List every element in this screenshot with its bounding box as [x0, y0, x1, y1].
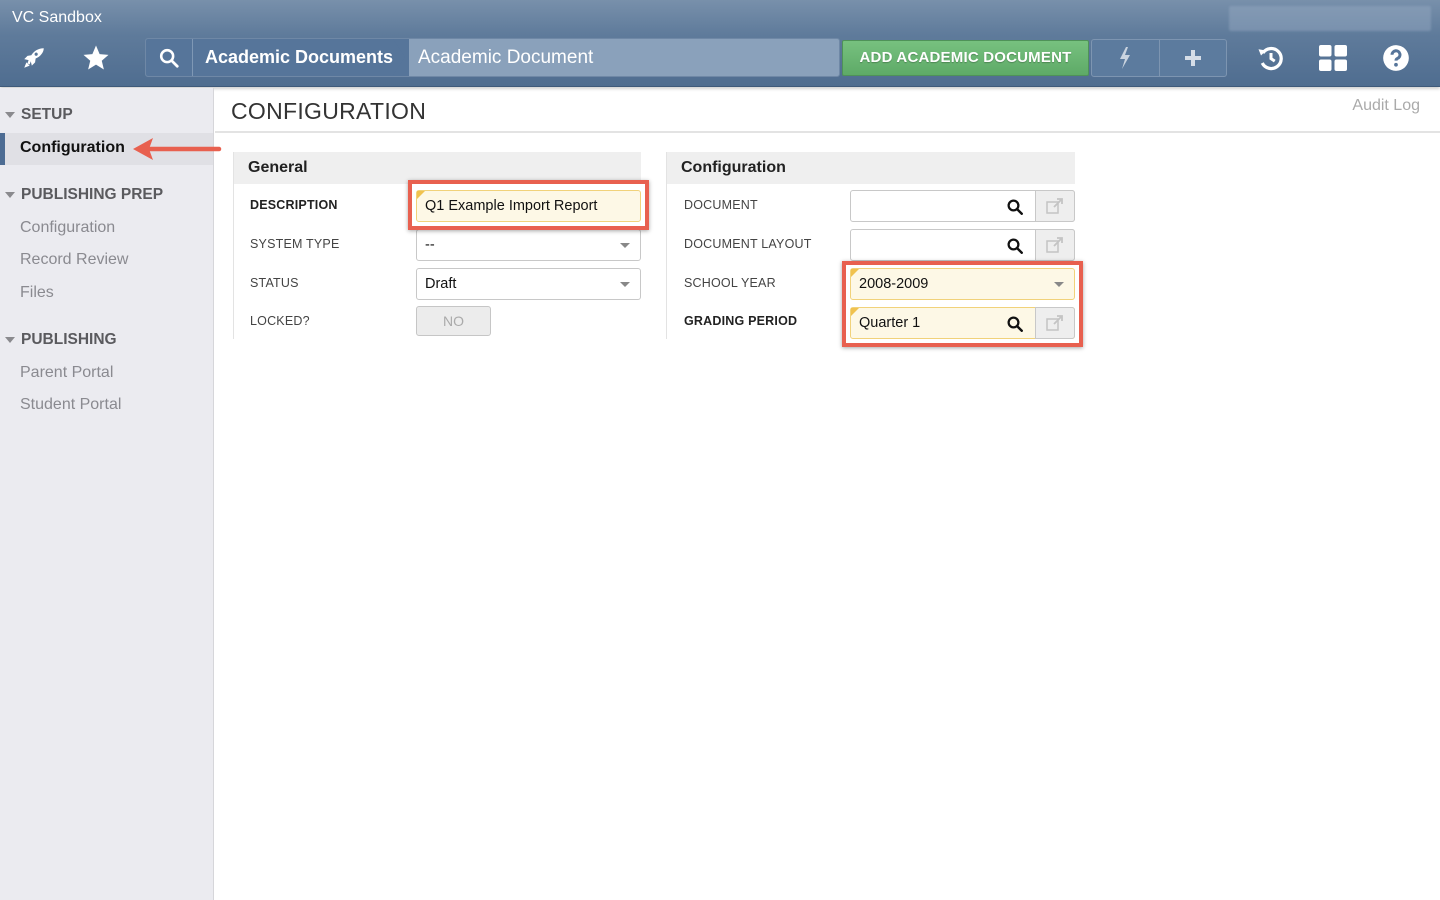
quick-actions [1091, 39, 1227, 77]
open-external-icon[interactable] [1035, 307, 1075, 339]
sidebar-item-parent-portal[interactable]: Parent Portal [20, 364, 113, 382]
grading-period-lookup[interactable]: Quarter 1 [850, 307, 1075, 339]
status-select[interactable]: Draft [416, 268, 641, 300]
document-layout-label: DOCUMENT LAYOUT [684, 237, 812, 251]
collapse-triangle-icon [5, 337, 15, 343]
sidebar: SETUP Configuration PUBLISHING PREP Conf… [0, 88, 214, 900]
title-divider [215, 131, 1440, 133]
chevron-down-icon [1054, 282, 1064, 287]
section-label: PUBLISHING PREP [21, 186, 164, 203]
general-panel-heading: General [234, 152, 641, 184]
system-type-select[interactable]: -- [416, 229, 641, 261]
breadcrumb-academic-documents[interactable]: Academic Documents [193, 39, 409, 76]
search-icon[interactable] [1006, 198, 1024, 216]
rocket-icon[interactable] [14, 40, 54, 76]
search-icon[interactable] [1006, 315, 1024, 333]
school-year-label: SCHOOL YEAR [684, 276, 776, 290]
open-external-icon[interactable] [1035, 190, 1075, 222]
lightning-icon[interactable] [1092, 40, 1159, 76]
search-icon[interactable] [1006, 237, 1024, 255]
add-academic-document-button[interactable]: ADD ACADEMIC DOCUMENT [842, 40, 1089, 76]
school-year-select[interactable]: 2008-2009 [850, 268, 1075, 300]
breadcrumb-separator [393, 39, 405, 75]
sidebar-item-record-review[interactable]: Record Review [20, 251, 128, 269]
school-year-value: 2008-2009 [859, 276, 929, 292]
user-menu-blurred[interactable] [1229, 6, 1431, 31]
section-label: PUBLISHING [21, 331, 117, 348]
system-type-label: SYSTEM TYPE [250, 237, 340, 251]
grading-period-value: Quarter 1 [859, 315, 921, 331]
collapse-triangle-icon [5, 192, 15, 198]
star-icon[interactable] [76, 40, 116, 76]
breadcrumb: Academic Documents Academic Document [145, 38, 840, 77]
annotation-arrow [133, 138, 222, 160]
apps-grid-icon[interactable] [1313, 40, 1353, 76]
sidebar-section-publishing[interactable]: PUBLISHING [0, 328, 117, 352]
chevron-down-icon [620, 243, 630, 248]
system-type-value: -- [425, 237, 435, 253]
status-label: STATUS [250, 276, 299, 290]
description-input[interactable]: Q1 Example Import Report [416, 190, 641, 222]
plus-icon[interactable] [1158, 40, 1227, 76]
collapse-triangle-icon [5, 112, 15, 118]
document-lookup[interactable] [850, 190, 1075, 222]
sidebar-section-setup[interactable]: SETUP [0, 103, 73, 127]
audit-log-link[interactable]: Audit Log [1352, 97, 1420, 115]
history-icon[interactable] [1251, 40, 1291, 76]
open-external-icon[interactable] [1035, 229, 1075, 261]
top-bar: VC Sandbox Academic Documents Academic D… [0, 0, 1440, 87]
locked-toggle[interactable]: NO [416, 306, 491, 336]
status-value: Draft [425, 276, 457, 292]
page-title: CONFIGURATION [231, 98, 427, 124]
help-icon[interactable] [1376, 40, 1416, 76]
sidebar-item-prep-configuration[interactable]: Configuration [20, 219, 115, 237]
sidebar-item-files[interactable]: Files [20, 284, 54, 302]
sidebar-item-label: Configuration [20, 139, 125, 156]
document-label: DOCUMENT [684, 198, 758, 212]
configuration-panel-heading: Configuration [667, 152, 1075, 184]
locked-label: LOCKED? [250, 314, 310, 328]
section-label: SETUP [21, 106, 73, 123]
document-layout-lookup[interactable] [850, 229, 1075, 261]
breadcrumb-academic-document: Academic Document [418, 47, 594, 68]
sidebar-section-publishing-prep[interactable]: PUBLISHING PREP [0, 183, 163, 207]
chevron-down-icon [620, 282, 630, 287]
sidebar-item-student-portal[interactable]: Student Portal [20, 396, 121, 414]
search-icon[interactable] [146, 39, 193, 76]
app-title: VC Sandbox [12, 9, 102, 26]
grading-period-label: GRADING PERIOD [684, 314, 798, 328]
description-value: Q1 Example Import Report [425, 198, 598, 214]
description-label: DESCRIPTION [250, 198, 338, 212]
